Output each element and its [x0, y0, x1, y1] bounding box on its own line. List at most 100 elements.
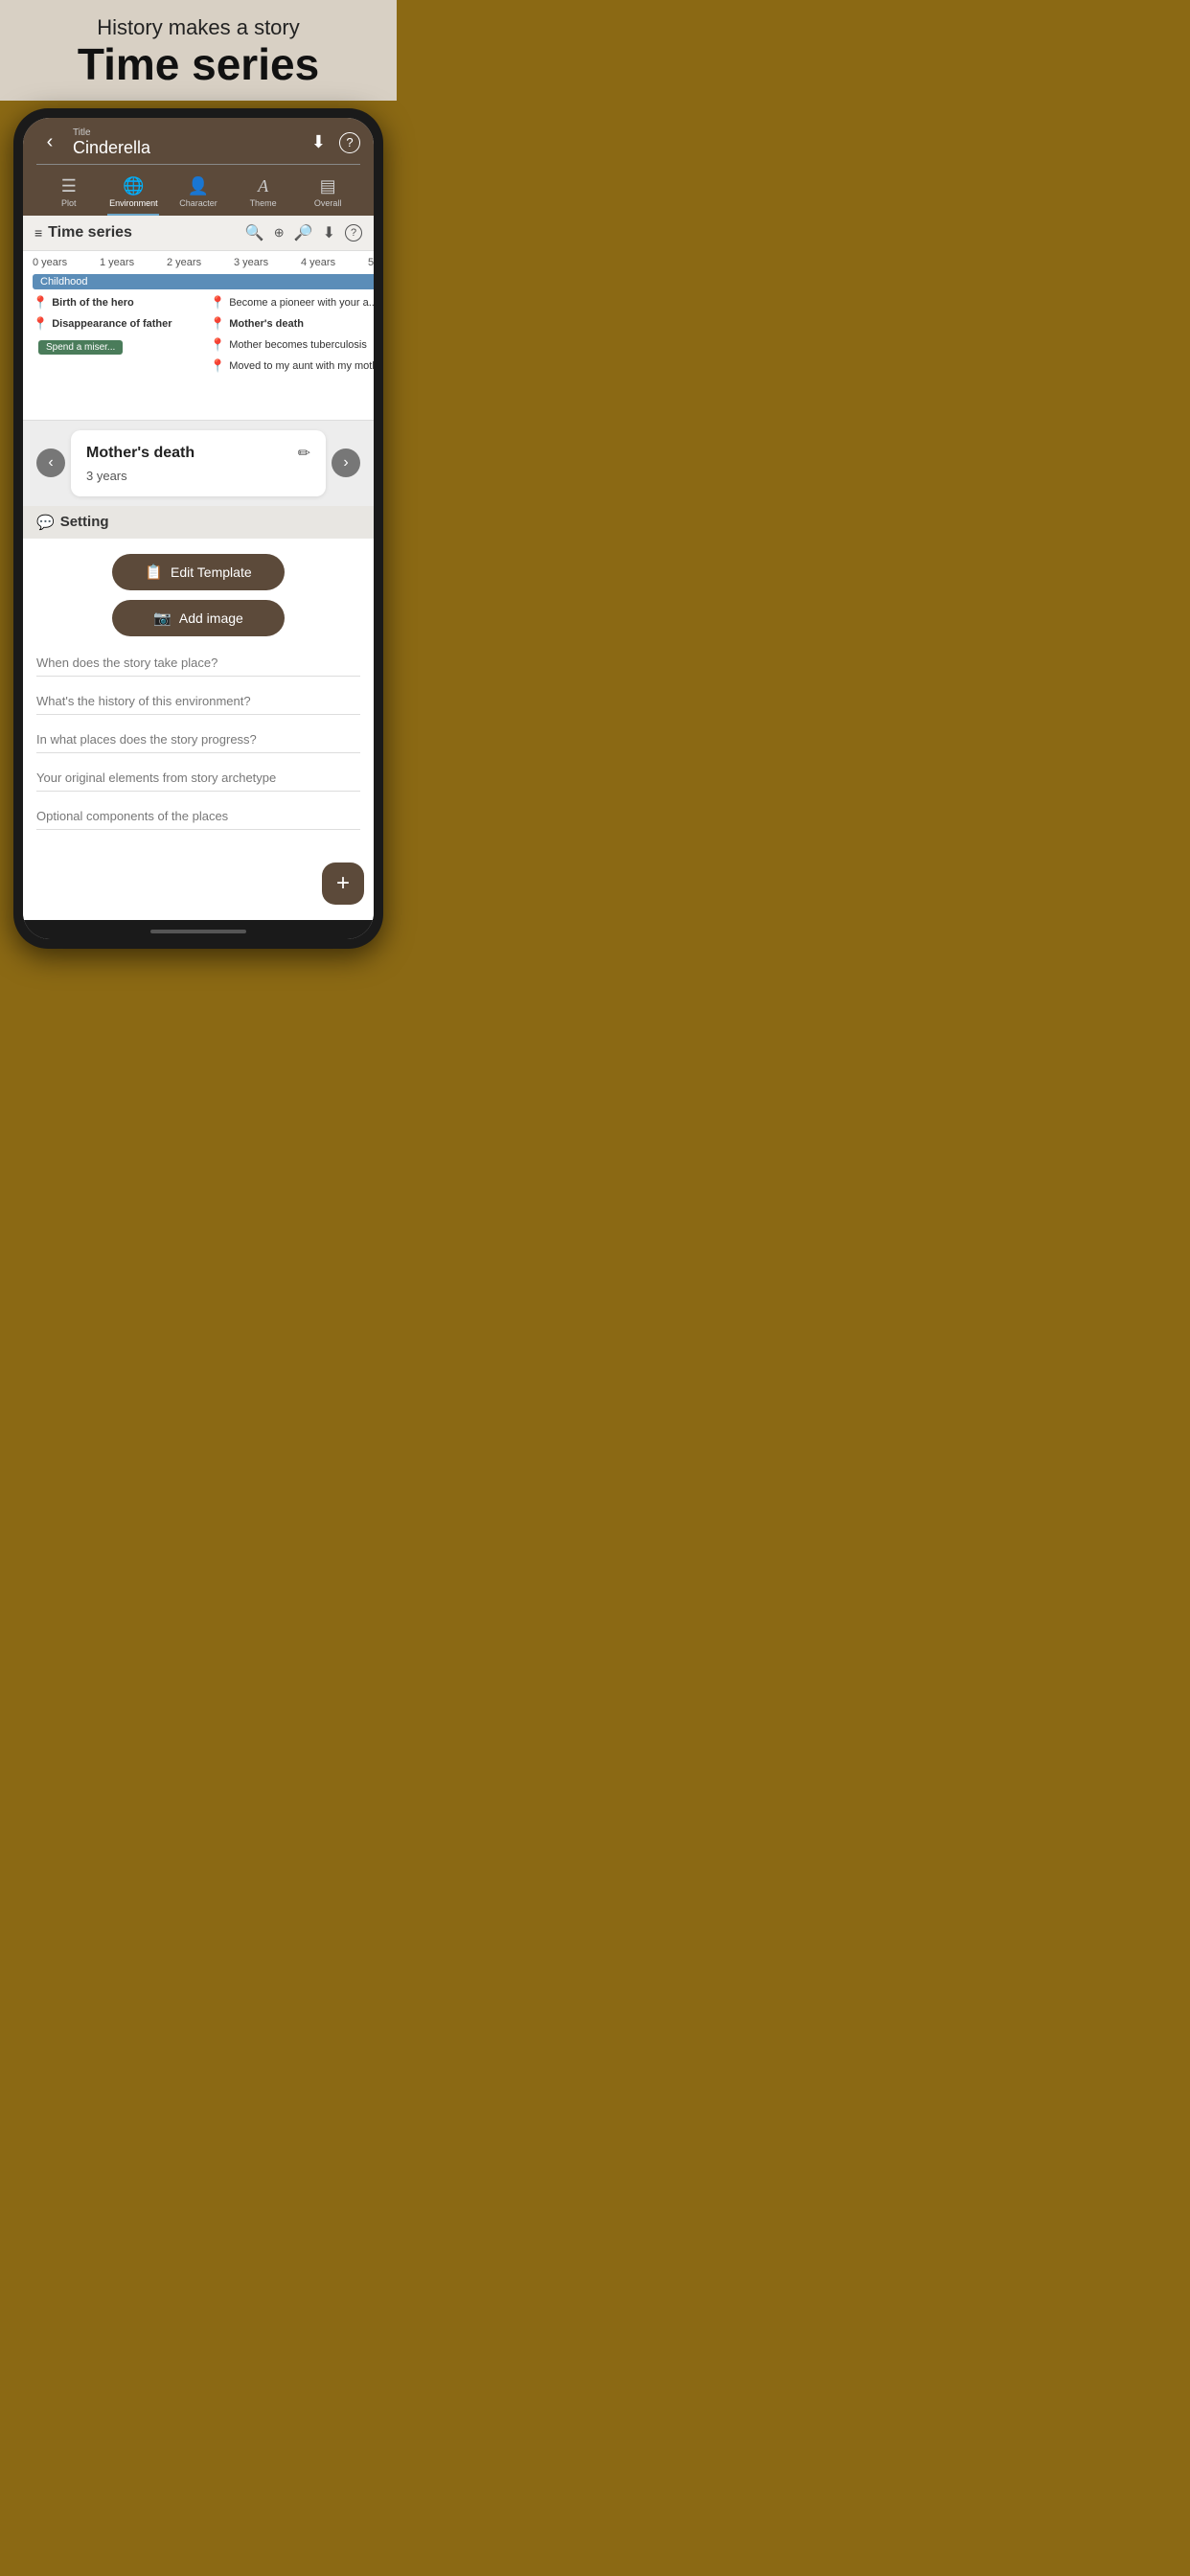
detail-card-top: Mother's death ✏	[86, 444, 310, 463]
tab-character[interactable]: 👤 Character	[166, 171, 231, 216]
tab-environment[interactable]: 🌐 Environment	[102, 171, 167, 216]
home-bar	[150, 930, 246, 933]
form-field-3: In what places does the story progress?	[36, 732, 360, 753]
form-divider-1	[36, 676, 360, 677]
spend-miser-tag[interactable]: Spend a miser...	[38, 340, 123, 355]
setting-icon: 💬	[36, 514, 55, 531]
pin-mothers-death: 📍	[210, 316, 225, 332]
pin-moved: 📍	[210, 358, 225, 374]
ts-help-icon[interactable]: ?	[345, 224, 362, 242]
event-row-4: 📍 Moved to my aunt with my mother	[33, 358, 374, 377]
form-divider-2	[36, 714, 360, 715]
app-name: Cinderella	[73, 138, 302, 158]
timeline-years: 0 years 1 years 2 years 3 years 4 years …	[23, 251, 374, 272]
action-buttons: 📋 Edit Template 📷 Add image	[36, 554, 360, 636]
pin-tuberculosis: 📍	[210, 337, 225, 353]
header-icons: ⬇ ?	[311, 132, 360, 153]
time-series-header: ≡ Time series 🔍 ⊕ 🔎 ⬇ ?	[23, 216, 374, 251]
detail-card-title: Mother's death	[86, 445, 195, 462]
childhood-period: Childhood	[33, 274, 374, 289]
time-series-label: Time series	[48, 224, 132, 242]
plot-icon: ☰	[61, 176, 77, 196]
plot-label: Plot	[61, 198, 77, 208]
next-button[interactable]: ›	[332, 448, 360, 477]
form-label-5: Optional components of the places	[36, 809, 360, 823]
help-icon[interactable]: ?	[339, 132, 360, 153]
event-row-2: 📍 Disappearance of father 📍 Mother's dea…	[33, 316, 374, 334]
detail-card-wrapper: ‹ Mother's death ✏ 3 years ›	[23, 421, 374, 506]
banner-title: Time series	[19, 40, 378, 89]
pin-pioneer: 📍	[210, 295, 225, 310]
tab-overall[interactable]: ▤ Overall	[295, 171, 360, 216]
event-birth: 📍 Birth of the hero	[33, 295, 210, 310]
year-2: 2 years	[167, 257, 234, 268]
edit-pencil-icon[interactable]: ✏	[298, 444, 310, 463]
form-divider-4	[36, 791, 360, 792]
nav-tabs: ☰ Plot 🌐 Environment 👤 Character A Theme…	[36, 165, 360, 216]
phone-inner: ‹ Title Cinderella ⬇ ? ☰ Plot 🌐	[23, 118, 374, 939]
event-moved: 📍 Moved to my aunt with my mother	[210, 358, 374, 374]
tab-theme[interactable]: A Theme	[231, 171, 296, 216]
environment-label: Environment	[109, 198, 158, 208]
zoom-normal-icon[interactable]: ⊕	[274, 225, 285, 241]
header-title-area: Title Cinderella	[73, 127, 302, 158]
tab-plot[interactable]: ☰ Plot	[36, 171, 102, 216]
timeline-events: 📍 Birth of the hero 📍 Become a pioneer w…	[33, 295, 374, 410]
prev-button[interactable]: ‹	[36, 448, 65, 477]
event-father: 📍 Disappearance of father	[33, 316, 210, 332]
year-3: 3 years	[234, 257, 301, 268]
form-label-2: What's the history of this environment?	[36, 694, 360, 708]
edit-template-label: Edit Template	[171, 564, 252, 580]
setting-header: 💬 Setting	[23, 506, 374, 539]
zoom-in-icon[interactable]: 🔍	[245, 223, 264, 242]
add-image-icon: 📷	[153, 610, 172, 627]
detail-card-years: 3 years	[86, 469, 310, 483]
phone-frame: ‹ Title Cinderella ⬇ ? ☰ Plot 🌐	[13, 108, 383, 949]
event-mothers-death-text: Mother's death	[229, 318, 304, 330]
event-pioneer-text: Become a pioneer with your a...	[229, 297, 374, 309]
ts-download-icon[interactable]: ⬇	[323, 223, 335, 242]
timeline-area: 0 years 1 years 2 years 3 years 4 years …	[23, 251, 374, 421]
back-button[interactable]: ‹	[36, 131, 63, 153]
form-label-1: When does the story take place?	[36, 656, 360, 670]
year-4: 4 years	[301, 257, 368, 268]
event-moved-text: Moved to my aunt with my mother	[229, 360, 374, 372]
setting-title: Setting	[60, 514, 109, 530]
year-0: 0 years	[33, 257, 100, 268]
character-icon: 👤	[188, 176, 209, 196]
theme-icon: A	[258, 176, 268, 196]
time-series-controls: 🔍 ⊕ 🔎 ⬇ ?	[245, 223, 362, 242]
edit-template-button[interactable]: 📋 Edit Template	[112, 554, 285, 590]
theme-label: Theme	[250, 198, 277, 208]
event-tuberculosis-text: Mother becomes tuberculosis	[229, 339, 367, 351]
form-divider-5	[36, 829, 360, 830]
form-label-4: Your original elements from story archet…	[36, 770, 360, 785]
event-row-1: 📍 Birth of the hero 📍 Become a pioneer w…	[33, 295, 374, 313]
download-icon[interactable]: ⬇	[311, 132, 326, 152]
detail-card: Mother's death ✏ 3 years	[71, 430, 326, 496]
form-label-3: In what places does the story progress?	[36, 732, 360, 747]
event-father-text: Disappearance of father	[52, 318, 172, 330]
zoom-out-icon[interactable]: 🔎	[294, 223, 313, 242]
event-birth-text: Birth of the hero	[52, 297, 134, 309]
app-header: ‹ Title Cinderella ⬇ ? ☰ Plot 🌐	[23, 118, 374, 216]
edit-template-icon: 📋	[145, 564, 163, 581]
banner-subtitle: History makes a story	[19, 15, 378, 40]
fab-button[interactable]: +	[322, 862, 364, 905]
timeline-content: Childhood 📍 Birth of the hero 📍	[23, 272, 374, 420]
add-image-button[interactable]: 📷 Add image	[112, 600, 285, 636]
event-mothers-death: 📍 Mother's death	[210, 316, 374, 332]
year-5: 5 years	[368, 257, 374, 268]
event-row-3: Spend a miser... 📍 Mother becomes tuberc…	[33, 337, 374, 356]
title-label: Title	[73, 127, 302, 138]
character-label: Character	[179, 198, 217, 208]
form-divider-3	[36, 752, 360, 753]
home-indicator	[23, 920, 374, 939]
event-tuberculosis: 📍 Mother becomes tuberculosis	[210, 337, 374, 353]
event-pioneer: 📍 Become a pioneer with your a...	[210, 295, 374, 310]
fab-wrapper: +	[23, 862, 374, 920]
banner: History makes a story Time series	[0, 0, 397, 101]
add-image-label: Add image	[179, 610, 243, 626]
pin-birth: 📍	[33, 295, 48, 310]
form-field-4: Your original elements from story archet…	[36, 770, 360, 792]
